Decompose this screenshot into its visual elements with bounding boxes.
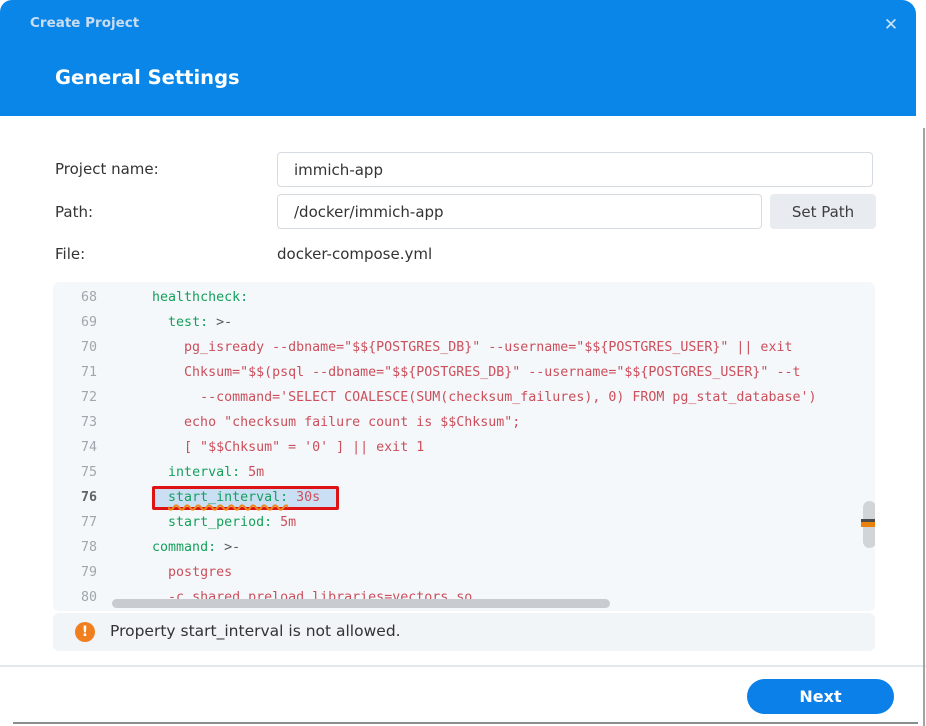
code-token: 5m (248, 465, 264, 480)
line-number: 80 (53, 585, 97, 610)
code-line: 77 start_period: 5m (53, 510, 875, 535)
code-line: 76 start_interval: 30s (53, 485, 875, 510)
validation-warning-bar: ! Property start_interval is not allowed… (53, 613, 875, 651)
code-lines: 68 healthcheck:69 test: >-70 pg_isready … (53, 285, 875, 610)
code-line: 75 interval: 5m (53, 460, 875, 485)
line-content: start_period: 5m (120, 510, 296, 535)
line-content: echo "checksum failure count is $$Chksum… (120, 410, 520, 435)
code-line: 72 --command='SELECT COALESCE(SUM(checks… (53, 385, 875, 410)
horizontal-scrollbar[interactable] (112, 599, 610, 608)
code-token: command: (152, 540, 216, 555)
code-token: >- (208, 315, 232, 330)
code-line: 69 test: >- (53, 310, 875, 335)
line-number: 75 (53, 460, 97, 485)
footer-divider (0, 665, 926, 667)
code-token: 30s (296, 490, 320, 505)
code-line: 71 Chksum="$$(psql --dbname="$${POSTGRES… (53, 360, 875, 385)
code-token (272, 515, 280, 530)
line-number: 76 (53, 485, 97, 510)
line-content: interval: 5m (120, 460, 264, 485)
line-number: 71 (53, 360, 97, 385)
line-content: --command='SELECT COALESCE(SUM(checksum_… (120, 385, 816, 410)
dialog-header: Create Project ✕ General Settings (0, 0, 916, 116)
line-content: start_interval: 30s (120, 485, 339, 510)
line-content: command: >- (120, 535, 240, 560)
line-number: 77 (53, 510, 97, 535)
next-button[interactable]: Next (747, 679, 894, 714)
page-title: General Settings (55, 66, 240, 89)
code-token: Chksum="$$(psql --dbname="$${POSTGRES_DB… (184, 365, 800, 380)
path-label: Path: (55, 203, 93, 221)
line-number: 70 (53, 335, 97, 360)
create-project-dialog: Create Project ✕ General Settings Projec… (0, 0, 926, 726)
code-token: postgres (168, 565, 232, 580)
code-token: interval: (168, 465, 240, 480)
warning-message: Property start_interval is not allowed. (110, 622, 401, 640)
code-line: 73 echo "checksum failure count is $$Chk… (53, 410, 875, 435)
dialog-title: Create Project (30, 15, 139, 31)
code-token: 5m (280, 515, 296, 530)
code-line: 68 healthcheck: (53, 285, 875, 310)
line-number: 72 (53, 385, 97, 410)
line-number: 69 (53, 310, 97, 335)
line-content: pg_isready --dbname="$${POSTGRES_DB}" --… (120, 335, 792, 360)
code-token: pg_isready --dbname="$${POSTGRES_DB}" --… (184, 340, 792, 355)
code-token: >- (216, 540, 240, 555)
code-token: echo "checksum failure count is $$Chksum… (184, 415, 520, 430)
code-token: healthcheck: (152, 290, 248, 305)
line-content: healthcheck: (120, 285, 248, 310)
line-content: Chksum="$$(psql --dbname="$${POSTGRES_DB… (120, 360, 800, 385)
line-number: 78 (53, 535, 97, 560)
code-token (240, 465, 248, 480)
yaml-code-editor[interactable]: 68 healthcheck:69 test: >-70 pg_isready … (53, 282, 875, 611)
error-highlight-box: start_interval: 30s (152, 486, 339, 510)
line-number: 68 (53, 285, 97, 310)
project-name-input[interactable] (277, 152, 873, 187)
line-content: test: >- (120, 310, 232, 335)
code-token: test: (168, 315, 208, 330)
code-token: start_period: (168, 515, 272, 530)
code-line: 74 [ "$$Chksum" = '0' ] || exit 1 (53, 435, 875, 460)
warning-ruler-mark (861, 522, 875, 527)
background-window-bottom-edge (13, 722, 918, 724)
code-token (288, 490, 296, 505)
code-token: [ "$$Chksum" = '0' ] || exit 1 (184, 440, 424, 455)
line-number: 79 (53, 560, 97, 585)
project-name-label: Project name: (55, 160, 159, 178)
file-value: docker-compose.yml (277, 245, 432, 263)
set-path-button[interactable]: Set Path (770, 194, 876, 229)
background-window-right-edge (923, 128, 925, 726)
path-input[interactable] (277, 194, 762, 229)
code-line: 78 command: >- (53, 535, 875, 560)
code-line: 79 postgres (53, 560, 875, 585)
line-number: 74 (53, 435, 97, 460)
file-label: File: (55, 245, 85, 263)
line-content: postgres (120, 560, 232, 585)
line-content: [ "$$Chksum" = '0' ] || exit 1 (120, 435, 424, 460)
code-line: 70 pg_isready --dbname="$${POSTGRES_DB}"… (53, 335, 875, 360)
code-token: start_interval: (168, 490, 288, 505)
close-icon[interactable]: ✕ (878, 12, 904, 38)
warning-icon: ! (75, 622, 95, 642)
line-number: 73 (53, 410, 97, 435)
code-token: --command='SELECT COALESCE(SUM(checksum_… (200, 390, 816, 405)
